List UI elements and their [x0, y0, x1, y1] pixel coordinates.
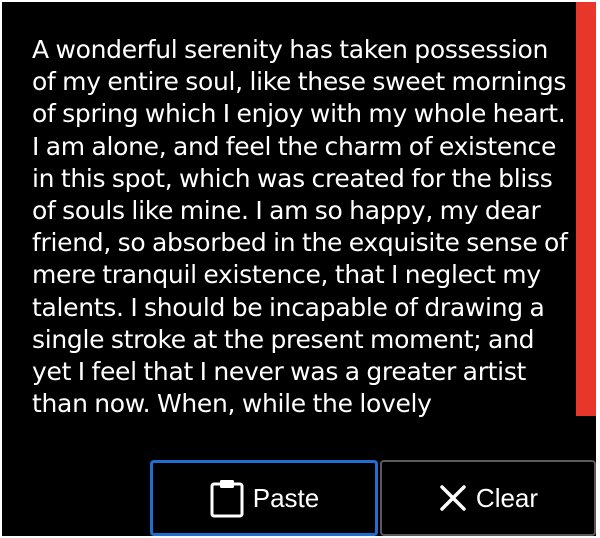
close-icon [438, 483, 468, 513]
paste-button[interactable]: Paste [150, 460, 378, 536]
scrollbar[interactable] [576, 2, 596, 416]
clear-button[interactable]: Clear [380, 460, 596, 536]
button-row: Paste Clear [150, 460, 596, 536]
clear-label: Clear [475, 482, 539, 513]
text-panel: A wonderful serenity has taken possessio… [2, 2, 596, 536]
text-area[interactable]: A wonderful serenity has taken possessio… [32, 34, 572, 462]
text-content: A wonderful serenity has taken possessio… [32, 35, 568, 419]
clipboard-icon [209, 477, 245, 519]
paste-label: Paste [252, 482, 320, 513]
